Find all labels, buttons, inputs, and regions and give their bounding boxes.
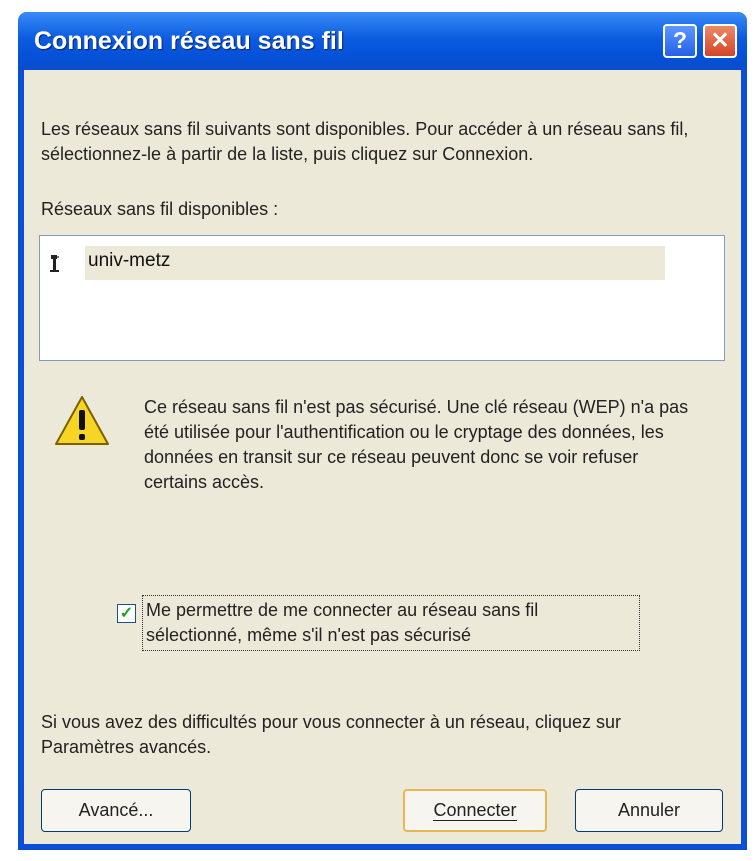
warning-text: Ce réseau sans fil n'est pas sécurisé. U… <box>144 397 689 492</box>
network-name: univ-metz <box>88 250 171 271</box>
allow-unsecured-checkbox[interactable]: ✓ <box>117 604 136 623</box>
title-bar[interactable]: Connexion réseau sans fil ? ✕ <box>18 12 747 70</box>
close-button[interactable]: ✕ <box>703 24 737 58</box>
wireless-connection-dialog: Connexion réseau sans fil ? ✕ Les réseau… <box>18 12 747 850</box>
help-text: Si vous avez des difficultés pour vous c… <box>41 712 621 757</box>
cancel-button[interactable]: Annuler <box>575 789 723 832</box>
dialog-body: Les réseaux sans fil suivants sont dispo… <box>24 70 741 844</box>
connect-button-label: Connecter <box>433 800 517 821</box>
window-title: Connexion réseau sans fil <box>34 27 344 55</box>
advanced-button[interactable]: Avancé... <box>41 789 191 832</box>
network-item[interactable]: univ-metz <box>50 246 665 280</box>
connect-button[interactable]: Connecter <box>403 789 547 832</box>
networks-label: Réseaux sans fil disponibles : <box>41 199 279 219</box>
help-button[interactable]: ? <box>663 24 697 58</box>
allow-unsecured-label[interactable]: Me permettre de me connecter au réseau s… <box>142 595 640 651</box>
networks-list[interactable]: univ-metz <box>39 235 725 361</box>
intro-text: Les réseaux sans fil suivants sont dispo… <box>41 119 689 164</box>
warning-icon <box>55 396 109 445</box>
wireless-antenna-icon <box>50 255 59 272</box>
